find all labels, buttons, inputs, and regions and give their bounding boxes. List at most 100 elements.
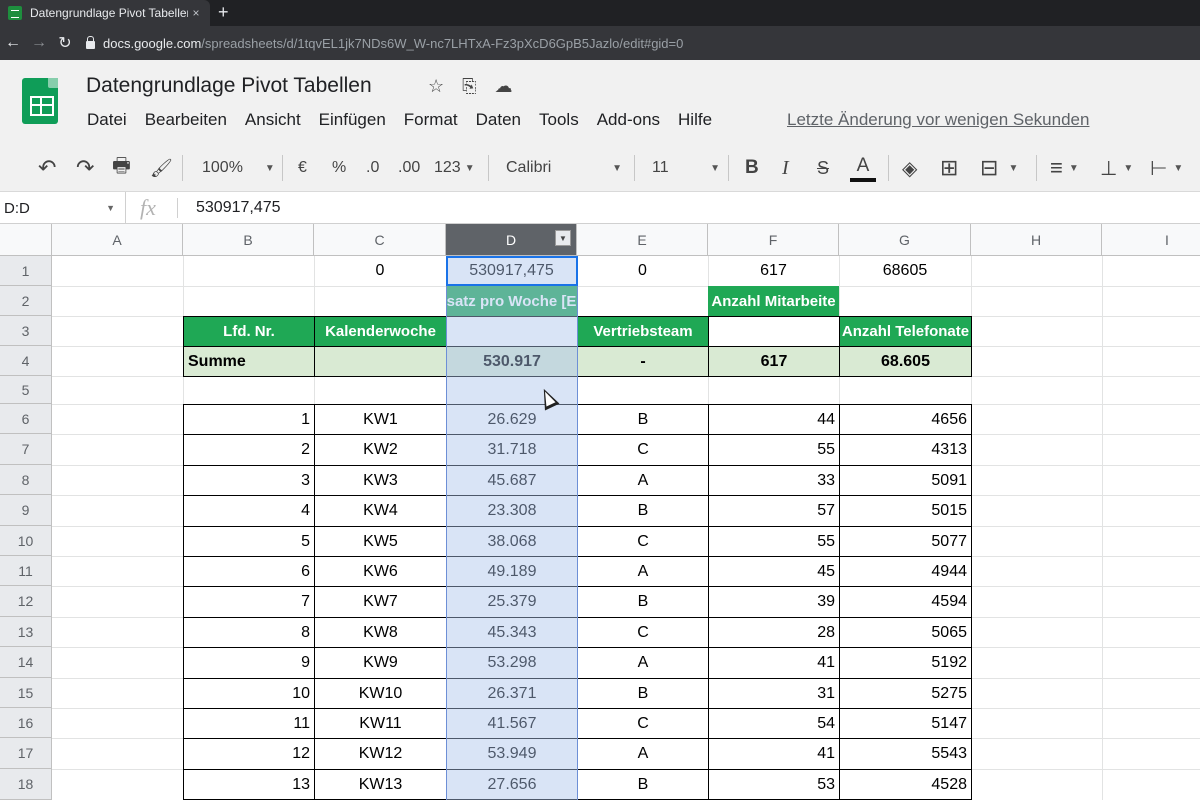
formula-input[interactable]: 530917,475 <box>196 192 281 224</box>
borders-icon[interactable]: ⊞ <box>940 144 958 192</box>
menu-ansicht[interactable]: Ansicht <box>236 110 310 130</box>
cell-team[interactable]: A <box>577 465 709 496</box>
cell-kw[interactable]: KW12 <box>314 738 447 770</box>
cell-nr[interactable]: 4 <box>183 495 315 527</box>
text-color-button[interactable]: A <box>850 144 876 192</box>
menu-bearbeiten[interactable]: Bearbeiten <box>136 110 236 130</box>
cell-kw[interactable]: KW7 <box>314 586 447 618</box>
cell-kw[interactable]: KW3 <box>314 465 447 496</box>
cell-team[interactable]: C <box>577 617 709 648</box>
cell-umsatz[interactable]: 26.371 <box>446 678 578 709</box>
row-header[interactable]: 1 <box>0 256 52 286</box>
merge-cells-select[interactable]: ⊟ ▼ <box>980 144 1018 192</box>
star-icon[interactable]: ☆ <box>428 76 444 97</box>
horizontal-align-select[interactable]: ≡ ▼ <box>1050 144 1079 192</box>
column-header-d[interactable]: D ▼ <box>446 224 577 256</box>
cell-f3[interactable] <box>708 316 840 347</box>
cell-tel[interactable]: 4594 <box>839 586 972 618</box>
menu-datei[interactable]: Datei <box>78 110 136 130</box>
column-header-g[interactable]: G <box>839 224 971 256</box>
last-edit-link[interactable]: Letzte Änderung vor wenigen Sekunden <box>787 110 1089 130</box>
menu-add-ons[interactable]: Add-ons <box>588 110 669 130</box>
cell-umsatz[interactable]: 26.629 <box>446 404 578 435</box>
cell-tel[interactable]: 5543 <box>839 738 972 770</box>
column-header-h[interactable]: H <box>971 224 1102 256</box>
cell-e3[interactable]: Vertriebsteam <box>577 316 709 347</box>
cell-nr[interactable]: 2 <box>183 434 315 466</box>
row-header[interactable]: 14 <box>0 647 52 678</box>
print-icon[interactable]: 🖶 <box>112 144 131 192</box>
cell-nr[interactable]: 12 <box>183 738 315 770</box>
cell-nr[interactable]: 1 <box>183 404 315 435</box>
cloud-status-icon[interactable]: ☁ <box>495 76 513 97</box>
decrease-decimals-button[interactable]: .0 <box>366 144 379 192</box>
cell-c1[interactable]: 0 <box>314 256 446 286</box>
cell-umsatz[interactable]: 38.068 <box>446 526 578 557</box>
cell-nr[interactable]: 6 <box>183 556 315 587</box>
font-select[interactable]: Calibri ▼ <box>506 144 622 192</box>
cell-ma[interactable]: 41 <box>708 738 840 770</box>
row-header[interactable]: 6 <box>0 404 52 434</box>
spreadsheet-grid[interactable]: A B C D ▼ E F G H I 1 2 3 4 5 6 7 8 9 10 … <box>0 224 1200 800</box>
cell-b3[interactable]: Lfd. Nr. <box>183 316 315 347</box>
strikethrough-button[interactable]: S <box>817 144 829 192</box>
cell-ma[interactable]: 33 <box>708 465 840 496</box>
cell-ma[interactable]: 28 <box>708 617 840 648</box>
cell-umsatz[interactable]: 41.567 <box>446 708 578 739</box>
cell-umsatz[interactable]: 45.343 <box>446 617 578 648</box>
column-header-c[interactable]: C <box>314 224 446 256</box>
cell-tel[interactable]: 4528 <box>839 769 972 800</box>
document-title[interactable]: Datengrundlage Pivot Tabellen <box>86 74 372 98</box>
zoom-select[interactable]: 100% ▼ <box>202 144 275 192</box>
cell-team[interactable]: A <box>577 647 709 679</box>
cell-tel[interactable]: 4656 <box>839 404 972 435</box>
cell-tel[interactable]: 5147 <box>839 708 972 739</box>
cell-team[interactable]: A <box>577 556 709 587</box>
cell-tel[interactable]: 5275 <box>839 678 972 709</box>
name-box[interactable]: D:D ▼ <box>0 192 126 224</box>
cell-tel[interactable]: 5015 <box>839 495 972 527</box>
cell-g1[interactable]: 68605 <box>839 256 971 286</box>
column-header-e[interactable]: E <box>577 224 708 256</box>
cell-kw[interactable]: KW4 <box>314 495 447 527</box>
cell-kw[interactable]: KW2 <box>314 434 447 466</box>
cell-d1[interactable]: 530917,475 <box>446 256 577 286</box>
row-header[interactable]: 7 <box>0 434 52 465</box>
cell-ma[interactable]: 53 <box>708 769 840 800</box>
cell-nr[interactable]: 13 <box>183 769 315 800</box>
cell-ma[interactable]: 45 <box>708 556 840 587</box>
cell-umsatz[interactable]: 27.656 <box>446 769 578 800</box>
cell-e1[interactable]: 0 <box>577 256 708 286</box>
menu-einfuegen[interactable]: Einfügen <box>310 110 395 130</box>
menu-hilfe[interactable]: Hilfe <box>669 110 721 130</box>
cell-f1[interactable]: 617 <box>708 256 839 286</box>
cell-nr[interactable]: 9 <box>183 647 315 679</box>
redo-icon[interactable]: ↷ <box>76 144 94 192</box>
cell-kw[interactable]: KW1 <box>314 404 447 435</box>
row-header[interactable]: 16 <box>0 708 52 738</box>
cell-tel[interactable]: 5192 <box>839 647 972 679</box>
select-all-corner[interactable] <box>0 224 52 256</box>
cell-d3[interactable] <box>446 316 578 347</box>
cell-team[interactable]: B <box>577 495 709 527</box>
sheets-logo-icon[interactable] <box>22 78 58 124</box>
cell-umsatz[interactable]: 49.189 <box>446 556 578 587</box>
row-header[interactable]: 3 <box>0 316 52 346</box>
cell-umsatz[interactable]: 45.687 <box>446 465 578 496</box>
cell-tel[interactable]: 4313 <box>839 434 972 466</box>
cell-g3[interactable]: Anzahl Telefonate <box>839 316 972 347</box>
cell-ma[interactable]: 55 <box>708 434 840 466</box>
row-header[interactable]: 11 <box>0 556 52 586</box>
cell-e4[interactable]: - <box>577 346 709 377</box>
currency-format-button[interactable]: € <box>298 144 307 192</box>
row-header[interactable]: 9 <box>0 495 52 526</box>
cell-nr[interactable]: 7 <box>183 586 315 618</box>
cell-f2[interactable]: Anzahl Mitarbeite <box>708 286 839 316</box>
number-format-select[interactable]: 123 ▼ <box>434 144 475 192</box>
cell-team[interactable]: B <box>577 769 709 800</box>
cell-ma[interactable]: 31 <box>708 678 840 709</box>
cell-ma[interactable]: 44 <box>708 404 840 435</box>
cell-ma[interactable]: 55 <box>708 526 840 557</box>
back-icon[interactable]: ← <box>0 34 26 52</box>
cell-nr[interactable]: 5 <box>183 526 315 557</box>
